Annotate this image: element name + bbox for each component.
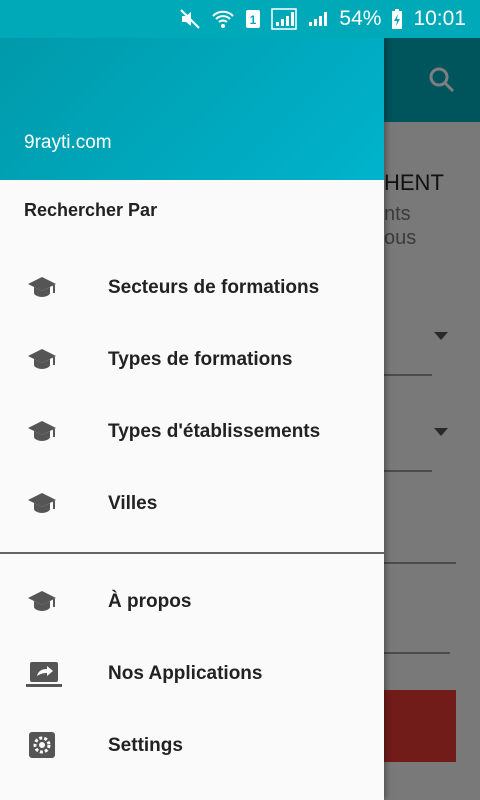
- gear-icon: [26, 732, 58, 760]
- menu-item-label: Nos Applications: [108, 663, 263, 684]
- menu-item-label: Settings: [108, 735, 183, 756]
- graduation-cap-icon: [26, 418, 58, 446]
- menu-item-label: Types d'établissements: [108, 421, 321, 442]
- status-bar: 1 54% 10:01: [0, 0, 480, 38]
- drawer-header: 9rayti.com: [0, 38, 384, 180]
- drawer-divider: [0, 552, 384, 554]
- navigation-drawer: 9rayti.com Rechercher Par Secteurs de fo…: [0, 38, 384, 800]
- signal-icon: [271, 8, 298, 30]
- battery-charging-icon: [391, 8, 403, 30]
- drawer-site-name: 9rayti.com: [24, 132, 112, 153]
- menu-item-label: Types de formations: [108, 349, 293, 370]
- graduation-cap-icon: [26, 490, 58, 518]
- mute-icon: [179, 8, 201, 30]
- menu-item-label: À propos: [108, 591, 192, 612]
- menu-item-secteurs[interactable]: Secteurs de formations: [0, 252, 384, 324]
- menu-item-types-formations[interactable]: Types de formations: [0, 324, 384, 396]
- section-title: Rechercher Par: [24, 200, 158, 220]
- sim-icon: 1: [245, 8, 261, 30]
- menu-item-label: Villes: [108, 493, 158, 514]
- battery-percent: 54%: [339, 7, 382, 30]
- graduation-cap-icon: [26, 346, 58, 374]
- svg-text:1: 1: [250, 13, 257, 27]
- wifi-icon: [211, 8, 235, 30]
- clock: 10:01: [413, 7, 466, 30]
- share-laptop-icon: [26, 660, 62, 688]
- menu-item-a-propos[interactable]: À propos: [0, 566, 384, 638]
- menu-item-settings[interactable]: Settings: [0, 710, 384, 782]
- menu-item-types-etablissements[interactable]: Types d'établissements: [0, 396, 384, 468]
- graduation-cap-icon: [26, 588, 58, 616]
- menu-item-label: Secteurs de formations: [108, 277, 320, 298]
- menu-item-nos-applications[interactable]: Nos Applications: [0, 638, 384, 710]
- menu-item-villes[interactable]: Villes: [0, 468, 384, 540]
- signal-icon-2: [307, 8, 329, 30]
- graduation-cap-icon: [26, 274, 58, 302]
